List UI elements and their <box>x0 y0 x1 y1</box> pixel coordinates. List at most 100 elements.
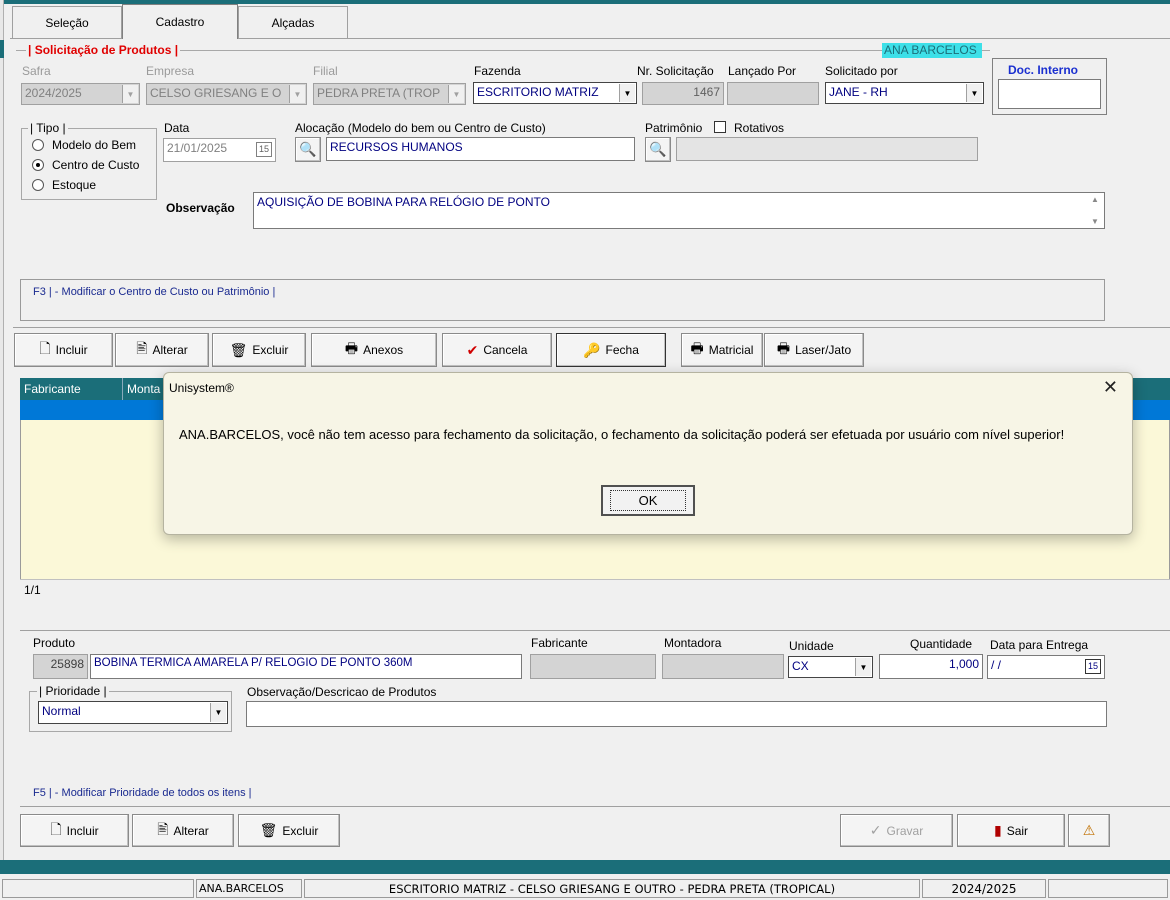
grid-column-montadora[interactable]: Monta <box>127 382 160 396</box>
trash-icon: 🗑 <box>229 341 248 358</box>
unidade-label: Unidade <box>789 639 834 653</box>
status-safra: 2024/2025 <box>922 879 1046 898</box>
laser-jato-button[interactable]: 🖶 Laser/Jato <box>764 333 864 367</box>
sair-button[interactable]: ▮ Sair <box>957 814 1065 847</box>
help-button[interactable]: ⚠ <box>1068 814 1110 847</box>
chevron-down-icon[interactable]: ▼ <box>966 84 982 102</box>
checkmark-icon: ✔ <box>466 341 479 358</box>
excluir-button[interactable]: 🗑 Excluir <box>212 333 306 367</box>
tipo-option-estoque[interactable]: Estoque <box>32 178 96 192</box>
safra-label: Safra <box>22 64 51 78</box>
new-document-icon: 🗋 <box>39 340 51 356</box>
doc-interno-input[interactable] <box>998 79 1101 109</box>
fazenda-label: Fazenda <box>474 64 521 78</box>
item-alterar-label: Alterar <box>173 823 209 838</box>
produto-desc-field[interactable]: BOBINA TERMICA AMARELA P/ RELOGIO DE PON… <box>90 654 522 679</box>
tipo-option-label: Estoque <box>52 178 97 192</box>
magnifier-plus-icon: 🔍 <box>299 141 317 157</box>
radio-selected-icon <box>32 159 44 171</box>
scroll-up-icon[interactable]: ▲ <box>1091 195 1099 204</box>
data-entrega-field[interactable]: / / 15 <box>987 655 1105 679</box>
item-incluir-button[interactable]: 🗋 Incluir <box>20 814 129 847</box>
close-icon[interactable]: ✕ <box>1103 377 1118 397</box>
patrimonio-search-button[interactable]: 🔍 <box>645 137 671 162</box>
obs-produtos-input[interactable] <box>246 701 1107 727</box>
incluir-label: Incluir <box>55 343 88 357</box>
quantidade-field[interactable]: 1,000 <box>879 654 983 679</box>
alocacao-field[interactable]: RECURSOS HUMANOS <box>326 137 635 161</box>
fecha-button[interactable]: 🔑 Fecha <box>556 333 666 367</box>
tipo-option-centro-custo[interactable]: Centro de Custo <box>32 158 139 172</box>
quantidade-label: Quantidade <box>910 637 973 651</box>
status-teal-band <box>0 860 1170 874</box>
dialog-title: Unisystem® <box>169 381 234 395</box>
scroll-down-icon[interactable]: ▼ <box>1091 217 1099 226</box>
patrimonio-label: Patrimônio <box>645 121 703 135</box>
tipo-option-modelo[interactable]: Modelo do Bem <box>32 138 136 152</box>
excluir-label: Excluir <box>252 343 289 357</box>
item-divider <box>20 630 1170 631</box>
tab-cadastro[interactable]: Cadastro <box>122 4 238 39</box>
message-dialog: Unisystem® ✕ ANA.BARCELOS, você não tem … <box>163 372 1133 535</box>
chevron-down-icon[interactable]: ▼ <box>619 84 635 102</box>
data-value: 21/01/2025 <box>167 141 228 155</box>
matricial-label: Matricial <box>708 343 754 357</box>
fazenda-value: ESCRITORIO MATRIZ <box>477 85 599 99</box>
alterar-label: Alterar <box>152 343 188 357</box>
nr-solicitacao-label: Nr. Solicitação <box>637 64 714 78</box>
filial-select: PEDRA PRETA (TROP ▼ <box>313 83 466 105</box>
status-user: ANA.BARCELOS <box>196 879 302 898</box>
chevron-down-icon[interactable]: ▼ <box>210 703 226 722</box>
status-empty-cell <box>2 879 194 898</box>
data-field: 21/01/2025 15 <box>163 138 276 162</box>
divider <box>13 327 1170 328</box>
printer-icon: 🖶 <box>776 340 791 356</box>
prioridade-select[interactable]: Normal ▼ <box>38 701 228 724</box>
calendar-icon[interactable]: 15 <box>1085 659 1101 674</box>
radio-icon <box>32 139 44 151</box>
f5-hint: F5 | - Modificar Prioridade de todos os … <box>33 787 252 799</box>
anexos-button[interactable]: 🖶 Anexos <box>311 333 437 367</box>
status-extra-cell <box>1048 879 1168 898</box>
anexos-label: Anexos <box>363 343 404 357</box>
item-alterar-button[interactable]: 🖹 Alterar <box>132 814 234 847</box>
help-icon: ⚠ <box>1082 822 1096 838</box>
cancela-button[interactable]: ✔ Cancela <box>442 333 552 367</box>
key-icon: 🔑 <box>583 341 601 358</box>
new-document-icon: 🗋 <box>50 820 62 837</box>
solicitado-por-select[interactable]: JANE - RH ▼ <box>825 82 984 104</box>
safra-value: 2024/2025 <box>25 86 82 100</box>
observacao-textarea[interactable]: AQUISIÇÃO DE BOBINA PARA RELÓGIO DE PONT… <box>253 192 1105 229</box>
alterar-button[interactable]: 🖹 Alterar <box>115 333 209 367</box>
data-label: Data <box>164 121 190 135</box>
tab-alcadas[interactable]: Alçadas <box>238 6 348 38</box>
incluir-button[interactable]: 🗋 Incluir <box>14 333 113 367</box>
observacao-value: AQUISIÇÃO DE BOBINA PARA RELÓGIO DE PONT… <box>257 195 550 209</box>
empresa-label: Empresa <box>146 64 195 78</box>
exit-door-icon: ▮ <box>993 822 1002 838</box>
chevron-down-icon: ▼ <box>122 85 138 103</box>
matricial-button[interactable]: 🖶 Matricial <box>681 333 763 367</box>
chevron-down-icon: ▼ <box>289 85 305 103</box>
safra-select: 2024/2025 ▼ <box>21 83 140 105</box>
solicitado-por-value: JANE - RH <box>829 85 888 99</box>
header-group-title: | Solicitação de Produtos | <box>26 43 181 57</box>
empresa-select: CELSO GRIESANG E O ▼ <box>146 83 307 105</box>
data-entrega-value: / / <box>991 658 1002 672</box>
ok-button[interactable]: OK <box>601 485 695 516</box>
scrollbar[interactable]: ▲ ▼ <box>1088 195 1102 226</box>
chevron-down-icon[interactable]: ▼ <box>855 658 871 676</box>
printer-icon: 🖶 <box>690 340 704 356</box>
unidade-select[interactable]: CX ▼ <box>788 656 873 678</box>
tab-selecao[interactable]: Seleção <box>12 6 122 38</box>
item-montadora-field <box>662 654 784 679</box>
fazenda-select[interactable]: ESCRITORIO MATRIZ ▼ <box>473 82 637 104</box>
grid-column-fabricante[interactable]: Fabricante <box>24 382 81 396</box>
rotativos-checkbox[interactable] <box>714 121 726 133</box>
magnifier-plus-icon: 🔍 <box>649 141 667 157</box>
patrimonio-field <box>676 137 978 161</box>
chevron-down-icon: ▼ <box>448 85 464 103</box>
calendar-icon: 15 <box>256 142 272 157</box>
alocacao-search-button[interactable]: 🔍 <box>295 137 321 162</box>
item-excluir-button[interactable]: 🗑 Excluir <box>238 814 340 847</box>
